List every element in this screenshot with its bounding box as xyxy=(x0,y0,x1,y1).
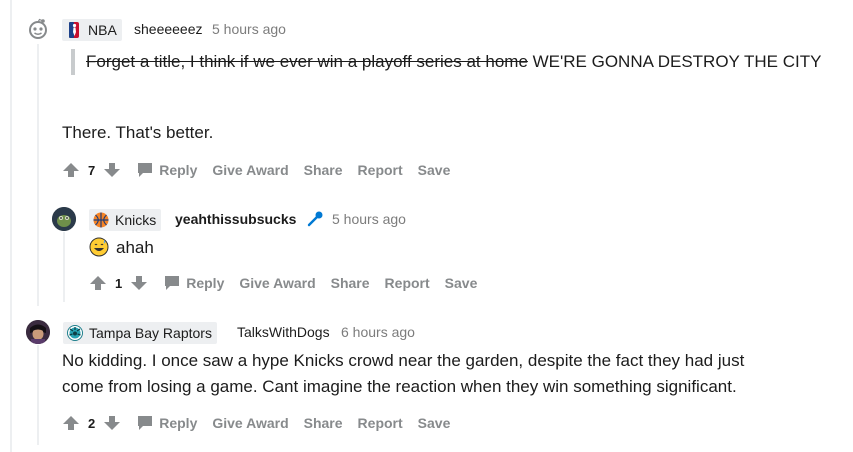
give-award-button[interactable]: Give Award xyxy=(212,415,288,431)
user-flair[interactable]: NBA xyxy=(62,19,122,41)
downvote-icon[interactable] xyxy=(103,161,121,179)
user-flair[interactable]: Tampa Bay Raptors xyxy=(63,322,217,344)
microphone-icon xyxy=(306,210,324,228)
report-button[interactable]: Report xyxy=(358,415,403,431)
reply-button[interactable]: Reply xyxy=(137,415,197,431)
report-button[interactable]: Report xyxy=(358,162,403,178)
report-button[interactable]: Report xyxy=(385,275,430,291)
blockquote: Forget a title, I think if we ever win a… xyxy=(71,49,831,75)
save-button[interactable]: Save xyxy=(418,162,451,178)
save-button[interactable]: Save xyxy=(418,415,451,431)
comment-actions: 1 Reply Give Award Share Report Save xyxy=(89,271,477,295)
comment-body: There. That's better. xyxy=(62,123,214,142)
give-award-button[interactable]: Give Award xyxy=(212,162,288,178)
username-link[interactable]: TalksWithDogs xyxy=(237,324,330,340)
username-link[interactable]: yeahthissubsucks xyxy=(175,211,296,227)
upvote-icon[interactable] xyxy=(62,161,80,179)
comment-bubble-icon xyxy=(137,415,153,431)
comment-bubble-icon xyxy=(137,162,153,178)
snoo-avatar-icon xyxy=(29,18,47,39)
user-flair[interactable]: Knicks xyxy=(89,209,162,231)
thread-line[interactable] xyxy=(37,44,39,306)
user-avatar-icon xyxy=(52,207,76,231)
downvote-icon[interactable] xyxy=(103,414,121,432)
struck-text: Forget a title, I think if we ever win a… xyxy=(86,52,528,71)
comment-actions: 7 Reply Give Award Share Report Save xyxy=(62,158,450,182)
thread-line[interactable] xyxy=(37,345,39,445)
give-award-button[interactable]: Give Award xyxy=(239,275,315,291)
comment-actions: 2 Reply Give Award Share Report Save xyxy=(62,411,450,435)
save-button[interactable]: Save xyxy=(445,275,478,291)
comment-bubble-icon xyxy=(164,275,180,291)
vote-score: 2 xyxy=(88,415,96,431)
reply-label: Reply xyxy=(186,275,225,291)
downvote-icon[interactable] xyxy=(130,274,148,292)
user-avatar-icon xyxy=(26,320,50,344)
comment-body: ahah xyxy=(116,238,154,257)
reply-button[interactable]: Reply xyxy=(137,162,197,178)
thread-line[interactable] xyxy=(10,0,12,452)
reply-label: Reply xyxy=(159,162,198,178)
flair-label: Knicks xyxy=(115,212,157,228)
knicks-logo-icon xyxy=(93,212,109,228)
timestamp[interactable]: 5 hours ago xyxy=(212,21,286,37)
comment-body-line: No kidding. I once saw a hype Knicks cro… xyxy=(62,351,745,370)
share-button[interactable]: Share xyxy=(331,275,370,291)
avatar[interactable] xyxy=(26,17,50,41)
thread-line[interactable] xyxy=(63,232,65,302)
timestamp[interactable]: 5 hours ago xyxy=(332,211,406,227)
flair-label: Tampa Bay Raptors xyxy=(89,325,212,341)
timestamp[interactable]: 6 hours ago xyxy=(341,324,415,340)
flair-label: NBA xyxy=(88,22,117,38)
avatar[interactable] xyxy=(52,207,76,231)
vote-score: 7 xyxy=(88,162,96,178)
share-button[interactable]: Share xyxy=(304,162,343,178)
comment-body-line: come from losing a game. Cant imagine th… xyxy=(62,377,737,396)
nba-logo-icon xyxy=(66,22,82,38)
quote-text: WE'RE GONNA DESTROY THE CITY xyxy=(527,52,822,71)
raptors-logo-icon xyxy=(67,325,83,341)
grinning-sweat-emoji xyxy=(89,237,109,257)
username-link[interactable]: sheeeeeez xyxy=(134,21,203,37)
upvote-icon[interactable] xyxy=(62,414,80,432)
reply-button[interactable]: Reply xyxy=(164,275,224,291)
vote-score: 1 xyxy=(115,275,123,291)
avatar[interactable] xyxy=(26,320,50,344)
share-button[interactable]: Share xyxy=(304,415,343,431)
upvote-icon[interactable] xyxy=(89,274,107,292)
reply-label: Reply xyxy=(159,415,198,431)
